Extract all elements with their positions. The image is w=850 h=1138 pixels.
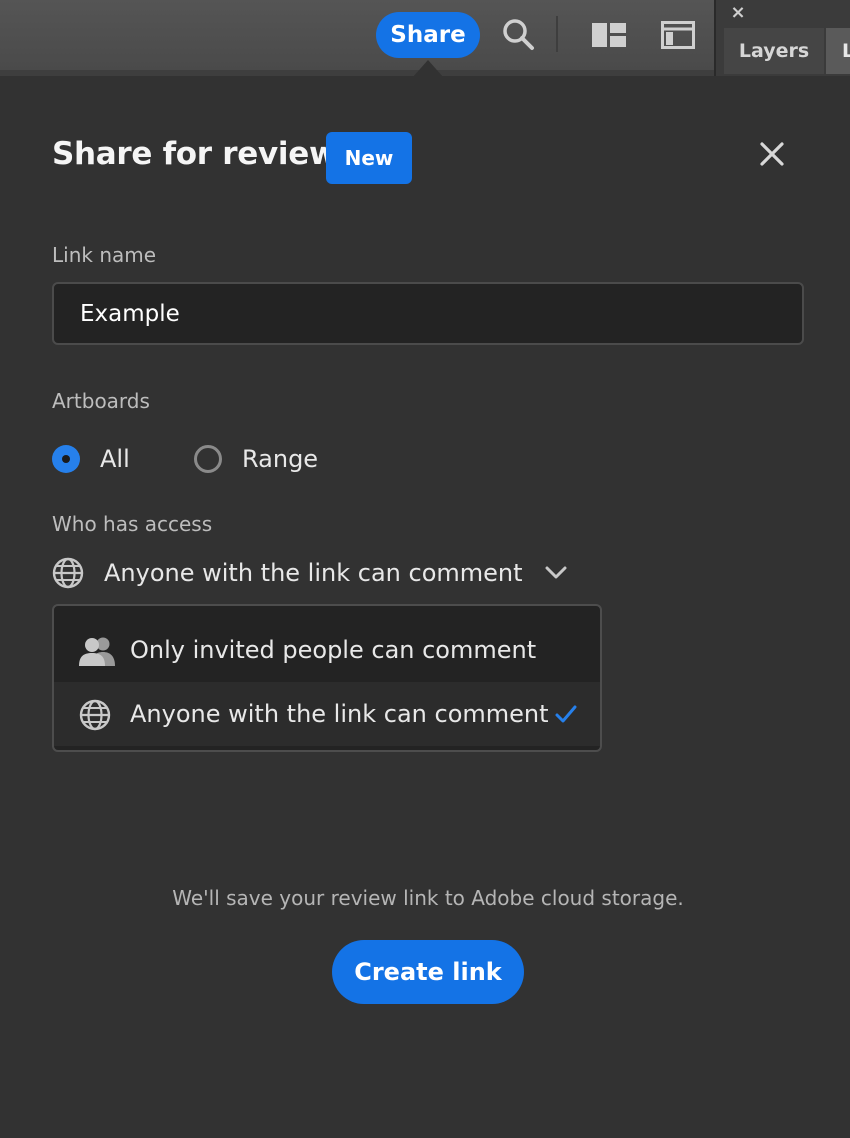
link-name-input[interactable] [52,282,804,345]
cloud-storage-note: We'll save your review link to Adobe clo… [172,886,684,910]
chevron-down-icon[interactable] [545,566,567,580]
link-name-label: Link name [52,243,157,267]
globe-icon [52,557,84,589]
popover-caret [412,60,444,78]
tab-next[interactable]: L [826,28,850,74]
tab-layers[interactable]: Layers [724,28,824,74]
access-dropdown[interactable]: Anyone with the link can comment [52,552,567,594]
who-has-access-label: Who has access [52,512,213,536]
menu-item-label: Only invited people can comment [130,636,537,664]
new-badge: New [326,132,412,184]
access-menu: Only invited people can comment Anyone w… [52,604,602,752]
radio-range[interactable]: Range [194,440,318,478]
artboards-label: Artboards [52,389,150,413]
radio-all-indicator[interactable] [52,445,80,473]
menu-item-anyone-with-link[interactable]: Anyone with the link can comment [54,682,600,746]
radio-all-label: All [100,445,130,473]
layout-grid-icon[interactable] [590,20,628,50]
close-icon[interactable] [756,138,788,170]
people-icon [78,635,115,666]
radio-all[interactable]: All [52,440,130,478]
share-button[interactable]: Share [376,12,480,58]
radio-range-label: Range [242,445,319,473]
globe-icon [78,699,114,731]
create-link-button[interactable]: Create link [332,940,524,1004]
panel-close-button[interactable]: × [728,2,748,24]
toolbar-separator [556,16,558,52]
panel-toggle-icon[interactable] [660,20,696,50]
search-icon[interactable] [500,16,536,52]
dialog-title: Share for review [52,136,338,172]
radio-range-indicator[interactable] [194,445,222,473]
access-selected-value: Anyone with the link can comment [104,559,523,587]
menu-item-invited-only[interactable]: Only invited people can comment [54,618,600,682]
checkmark-icon [554,704,578,728]
menu-item-label: Anyone with the link can comment [130,700,549,728]
